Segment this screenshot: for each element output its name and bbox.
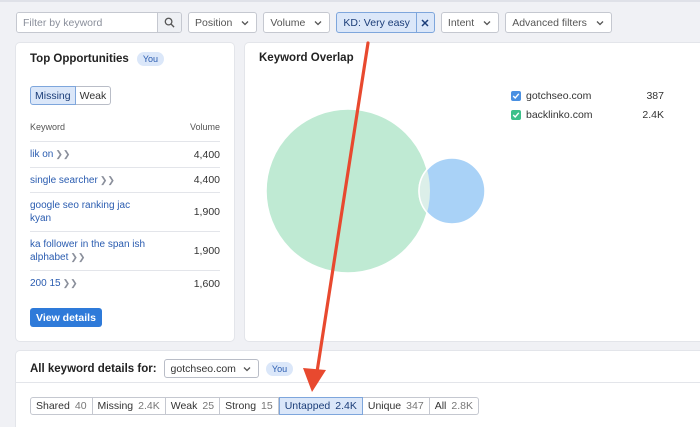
overlap-legend: gotchseo.com 387 backlinko.com 2.4K <box>511 86 664 124</box>
double-chevron-icon: ❯❯ <box>62 278 78 288</box>
volume-dropdown[interactable]: Volume <box>263 12 331 33</box>
tab-shared[interactable]: Shared 40 <box>30 397 93 415</box>
table-row: google seo ranking jac kyan 1,900 <box>30 193 220 232</box>
chevron-down-icon <box>314 20 322 25</box>
table-row: single searcher ❯❯ 4,400 <box>30 168 220 193</box>
you-badge: You <box>265 361 294 376</box>
col-volume: Volume <box>189 122 220 132</box>
double-chevron-icon: ❯❯ <box>70 252 86 262</box>
chevron-down-icon <box>241 20 249 25</box>
domain-select-value: gotchseo.com <box>170 362 236 375</box>
missing-weak-toggle: Missing Weak <box>30 86 112 105</box>
tab-untapped[interactable]: Untapped 2.4K <box>278 397 363 415</box>
divider <box>16 382 700 383</box>
table-row: ka follower in the span ish alphabet ❯❯ 1… <box>30 232 220 271</box>
card-title-text: Top Opportunities <box>30 53 129 65</box>
checkbox-icon[interactable] <box>511 90 521 101</box>
position-dropdown[interactable]: Position <box>188 12 258 33</box>
tab-missing[interactable]: Missing 2.4K <box>92 397 166 415</box>
legend-item-backlinko[interactable]: backlinko.com 2.4K <box>511 105 664 124</box>
chevron-down-icon <box>243 366 251 371</box>
chevron-down-icon <box>483 20 491 25</box>
keyword-volume: 1,900 <box>193 245 220 257</box>
keyword-link[interactable]: google seo ranking jac kyan <box>30 199 150 225</box>
checkbox-icon[interactable] <box>511 109 521 120</box>
volume-label: Volume <box>270 16 306 29</box>
keyword-link[interactable]: 200 15 ❯❯ <box>30 277 150 290</box>
top-border <box>0 0 700 2</box>
chevron-down-icon <box>596 20 604 25</box>
col-keyword: Keyword <box>30 122 66 132</box>
keyword-volume: 1,900 <box>193 206 220 218</box>
filter-bar: Position Volume KD: Very easy Intent Adv… <box>16 12 612 33</box>
legend-count: 387 <box>646 89 664 102</box>
kd-filter-label: KD: Very easy <box>343 16 410 29</box>
view-details-button[interactable]: View details <box>30 308 102 327</box>
keyword-type-tabs: Shared 40 Missing 2.4K Weak 25 Strong 15 Unt… <box>30 397 479 415</box>
keyword-filter <box>16 12 182 33</box>
table-header: Keyword Volume <box>30 122 220 142</box>
keyword-volume: 4,400 <box>193 174 220 186</box>
top-opportunities-card: Top Opportunities You Missing Weak Keywo… <box>16 43 234 341</box>
keyword-filter-input[interactable] <box>17 13 157 32</box>
double-chevron-icon: ❯❯ <box>55 149 71 159</box>
legend-item-gotchseo[interactable]: gotchseo.com 387 <box>511 86 664 105</box>
keyword-link[interactable]: ka follower in the span ish alphabet ❯❯ <box>30 238 150 264</box>
kd-filter-chip[interactable]: KD: Very easy <box>336 12 435 33</box>
position-label: Position <box>195 16 233 29</box>
domain-select[interactable]: gotchseo.com <box>163 359 259 378</box>
advanced-filters-label: Advanced filters <box>512 16 587 29</box>
tab-all[interactable]: All 2.8K <box>429 397 479 415</box>
legend-count: 2.4K <box>642 108 664 121</box>
keyword-details-header: All keyword details for: gotchseo.com Yo… <box>30 359 294 378</box>
tab-unique[interactable]: Unique 347 <box>362 397 430 415</box>
legend-domain: gotchseo.com <box>526 89 592 102</box>
table-row: lik on ❯❯ 4,400 <box>30 142 220 168</box>
kd-filter-remove[interactable] <box>415 13 434 32</box>
keyword-details-section: All keyword details for: gotchseo.com Yo… <box>16 351 700 427</box>
keyword-link[interactable]: lik on ❯❯ <box>30 148 150 161</box>
toggle-weak[interactable]: Weak <box>75 86 112 105</box>
tab-strong[interactable]: Strong 15 <box>220 397 279 415</box>
legend-domain: backlinko.com <box>526 108 593 121</box>
toggle-missing[interactable]: Missing <box>30 86 76 105</box>
keyword-volume: 1,600 <box>193 277 220 290</box>
keyword-volume: 4,400 <box>193 148 220 161</box>
intent-label: Intent <box>447 16 475 29</box>
keyword-table: Keyword Volume lik on ❯❯ 4,400 single sea… <box>30 122 220 296</box>
table-row: 200 15 ❯❯ 1,600 <box>30 271 220 296</box>
keyword-link[interactable]: single searcher ❯❯ <box>30 174 150 187</box>
search-icon <box>164 17 175 28</box>
you-badge: You <box>136 52 164 66</box>
advanced-filters-dropdown[interactable]: Advanced filters <box>505 12 612 33</box>
intent-dropdown[interactable]: Intent <box>440 12 500 33</box>
keyword-details-title: All keyword details for: <box>30 362 157 375</box>
top-opportunities-title: Top Opportunities You <box>30 52 164 66</box>
keyword-overlap-card: Keyword Overlap gotchseo.com 387 backlin… <box>245 43 700 341</box>
tab-weak[interactable]: Weak 25 <box>165 397 221 415</box>
double-chevron-icon: ❯❯ <box>99 174 115 185</box>
search-button[interactable] <box>157 13 181 32</box>
close-icon <box>421 18 429 27</box>
venn-circle-backlinko[interactable] <box>265 108 431 274</box>
